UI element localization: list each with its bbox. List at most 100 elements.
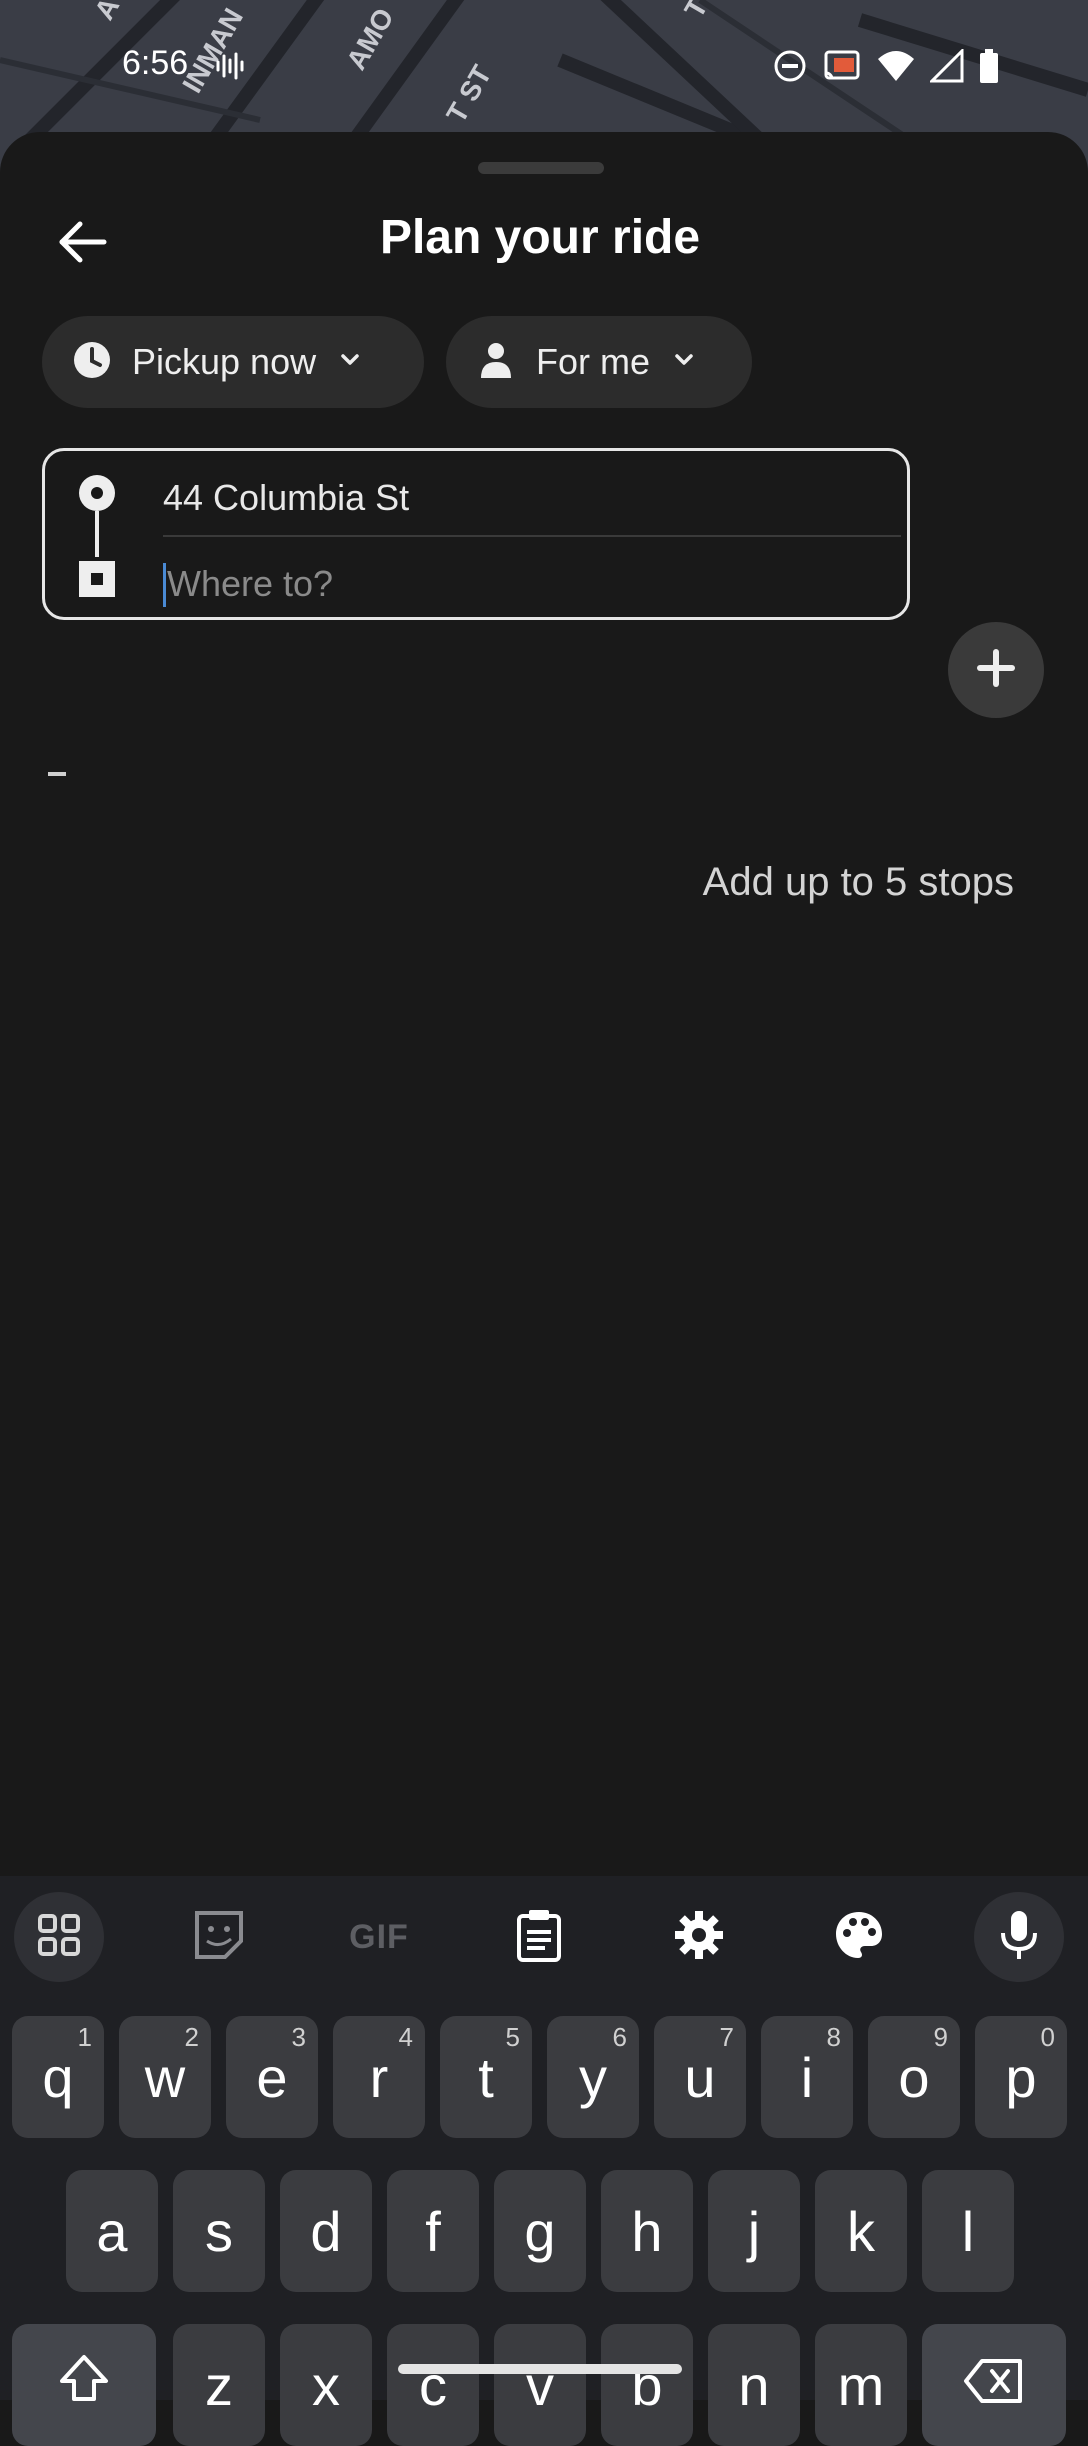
key-a[interactable]: a [66,2170,158,2292]
key-label: g [524,2199,556,2263]
shift-key[interactable] [12,2324,156,2446]
settings-button[interactable] [654,1892,744,1982]
rider-label: For me [536,341,651,382]
chevron-down-icon [338,348,362,377]
battery-icon [978,48,1000,89]
backspace-icon [962,2353,1026,2418]
key-label: j [747,2199,761,2263]
key-j[interactable]: j [708,2170,800,2292]
keyboard-toolbar: GIF [0,1876,1088,1994]
key-hint-digit: 8 [826,2022,841,2052]
add-stops-hint: Add up to 5 stops [702,860,1014,904]
key-hint-digit: 2 [184,2022,199,2052]
settings-icon [673,1909,725,1966]
gesture-nav-bar[interactable] [398,2364,682,2374]
plus-icon [976,648,1016,693]
key-g[interactable]: g [494,2170,586,2292]
sheet-drag-handle[interactable] [478,162,604,174]
key-t[interactable]: t5 [440,2016,532,2138]
key-label: u [684,2045,716,2109]
mic-icon [999,1909,1039,1966]
key-m[interactable]: m [815,2324,907,2446]
key-o[interactable]: o9 [868,2016,960,2138]
theme-button[interactable] [814,1892,904,1982]
pickup-time-label: Pickup now [132,341,317,382]
key-z[interactable]: z [173,2324,265,2446]
dash-marker [48,772,66,776]
key-label: p [1005,2045,1037,2109]
input-divider [163,535,901,537]
key-label: y [579,2045,607,2109]
key-label: f [425,2199,441,2263]
key-i[interactable]: i8 [761,2016,853,2138]
key-x[interactable]: x [280,2324,372,2446]
key-v[interactable]: v [494,2324,586,2446]
key-c[interactable]: c [387,2324,479,2446]
key-u[interactable]: u7 [654,2016,746,2138]
sticker-button[interactable] [174,1892,264,1982]
key-label: w [144,2045,186,2109]
palette-icon [833,1909,885,1966]
apps-grid-button[interactable] [14,1892,104,1982]
key-hint-digit: 4 [398,2022,413,2052]
key-label: n [738,2353,770,2417]
key-f[interactable]: f [387,2170,479,2292]
gif-button[interactable]: GIF [334,1892,424,1982]
key-h[interactable]: h [601,2170,693,2292]
add-stop-button[interactable] [948,622,1044,718]
route-input-box: 44 Columbia St [42,448,910,620]
key-label: l [961,2199,975,2263]
key-e[interactable]: e3 [226,2016,318,2138]
key-label: c [419,2353,447,2417]
status-bar: 6:56 [0,0,1088,134]
clipboard-icon [515,1908,563,1967]
key-label: z [205,2353,233,2417]
key-hint-digit: 6 [612,2022,627,2052]
destination-input[interactable] [163,559,867,609]
key-label: b [631,2353,663,2417]
key-n[interactable]: n [708,2324,800,2446]
sticker-icon [193,1909,245,1966]
key-label: e [256,2045,288,2109]
key-label: v [526,2353,554,2417]
key-hint-digit: 0 [1040,2022,1055,2052]
key-r[interactable]: r4 [333,2016,425,2138]
key-label: d [310,2199,342,2263]
key-w[interactable]: w2 [119,2016,211,2138]
key-label: a [96,2199,128,2263]
key-l[interactable]: l [922,2170,1014,2292]
key-label: t [478,2045,494,2109]
clock-icon [72,340,112,385]
key-label: x [312,2353,340,2417]
page-title: Plan your ride [379,211,701,264]
key-label: i [800,2045,814,2109]
person-icon [476,340,516,385]
voice-input-button[interactable] [974,1892,1064,1982]
apps-grid-icon [37,1913,81,1962]
key-y[interactable]: y6 [547,2016,639,2138]
key-s[interactable]: s [173,2170,265,2292]
wifi-icon [876,49,916,88]
key-d[interactable]: d [280,2170,372,2292]
key-q[interactable]: q1 [12,2016,104,2138]
key-label: s [205,2199,233,2263]
plan-ride-sheet: Plan your ride Pickup now For me 44 Colu… [0,132,1088,1877]
key-p[interactable]: p0 [975,2016,1067,2138]
pickup-time-chip[interactable]: Pickup now [42,316,424,408]
key-hint-digit: 7 [719,2022,734,2052]
text-cursor [163,563,166,607]
key-label: q [42,2045,74,2109]
key-k[interactable]: k [815,2170,907,2292]
key-hint-digit: 9 [933,2022,948,2052]
key-label: k [847,2199,875,2263]
route-icon [77,473,117,608]
backspace-key[interactable] [922,2324,1066,2446]
key-label: m [837,2353,885,2417]
cast-icon [822,49,862,88]
clipboard-button[interactable] [494,1892,584,1982]
pickup-location-field[interactable]: 44 Columbia St [163,477,409,519]
rider-chip[interactable]: For me [446,316,752,408]
key-hint-digit: 5 [505,2022,520,2052]
chevron-down-icon [672,348,696,377]
key-b[interactable]: b [601,2324,693,2446]
